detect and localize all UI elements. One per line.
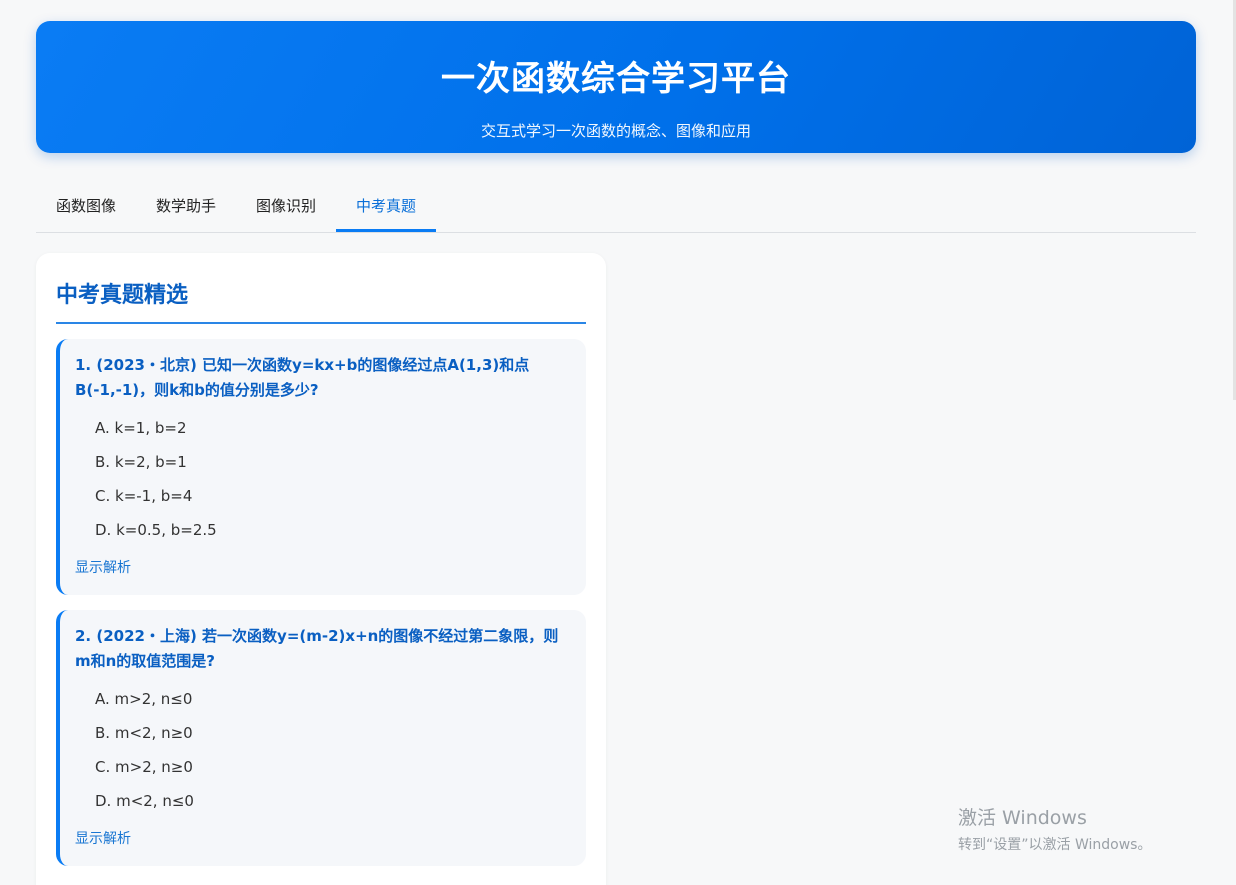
panel-title: 中考真题精选: [56, 277, 586, 324]
tab-function-graph[interactable]: 函数图像: [36, 182, 136, 232]
option-b[interactable]: B. m<2, n≥0: [95, 716, 570, 750]
option-list: A. k=1, b=2 B. k=2, b=1 C. k=-1, b=4 D. …: [75, 411, 570, 547]
option-d[interactable]: D. k=0.5, b=2.5: [95, 513, 570, 547]
question-card: 1. (2023・北京) 已知一次函数y=kx+b的图像经过点A(1,3)和点B…: [56, 339, 586, 595]
page-subtitle: 交互式学习一次函数的概念、图像和应用: [480, 122, 751, 140]
question-text: 1. (2023・北京) 已知一次函数y=kx+b的图像经过点A(1,3)和点B…: [75, 356, 530, 399]
watermark-line-2: 转到“设置”以激活 Windows。: [958, 837, 1152, 853]
windows-activation-watermark: 激活 Windows 转到“设置”以激活 Windows。: [958, 803, 1151, 854]
tab-bar: 函数图像 数学助手 图像识别 中考真题: [36, 182, 1196, 233]
option-b[interactable]: B. k=2, b=1: [95, 445, 570, 479]
show-explanation-link[interactable]: 显示解析: [75, 557, 131, 577]
watermark-line-1: 激活 Windows: [958, 807, 1087, 829]
page: 一次函数综合学习平台 交互式学习一次函数的概念、图像和应用 函数图像 数学助手 …: [0, 0, 1236, 885]
option-list: A. m>2, n≤0 B. m<2, n≥0 C. m>2, n≥0 D. m…: [75, 682, 570, 818]
option-a[interactable]: A. m>2, n≤0: [95, 682, 570, 716]
header-banner: 一次函数综合学习平台 交互式学习一次函数的概念、图像和应用: [36, 21, 1196, 153]
question-text: 2. (2022・上海) 若一次函数y=(m-2)x+n的图像不经过第二象限，则…: [75, 627, 559, 670]
tab-image-recognition[interactable]: 图像识别: [236, 182, 336, 232]
option-c[interactable]: C. k=-1, b=4: [95, 479, 570, 513]
option-a[interactable]: A. k=1, b=2: [95, 411, 570, 445]
page-title: 一次函数综合学习平台: [441, 59, 791, 99]
tab-math-assistant[interactable]: 数学助手: [136, 182, 236, 232]
option-c[interactable]: C. m>2, n≥0: [95, 750, 570, 784]
option-d[interactable]: D. m<2, n≤0: [95, 784, 570, 818]
tab-exam-questions[interactable]: 中考真题: [336, 182, 437, 232]
show-explanation-link[interactable]: 显示解析: [75, 828, 131, 848]
exam-questions-panel: 中考真题精选 1. (2023・北京) 已知一次函数y=kx+b的图像经过点A(…: [36, 253, 606, 885]
question-card: 2. (2022・上海) 若一次函数y=(m-2)x+n的图像不经过第二象限，则…: [56, 610, 586, 866]
